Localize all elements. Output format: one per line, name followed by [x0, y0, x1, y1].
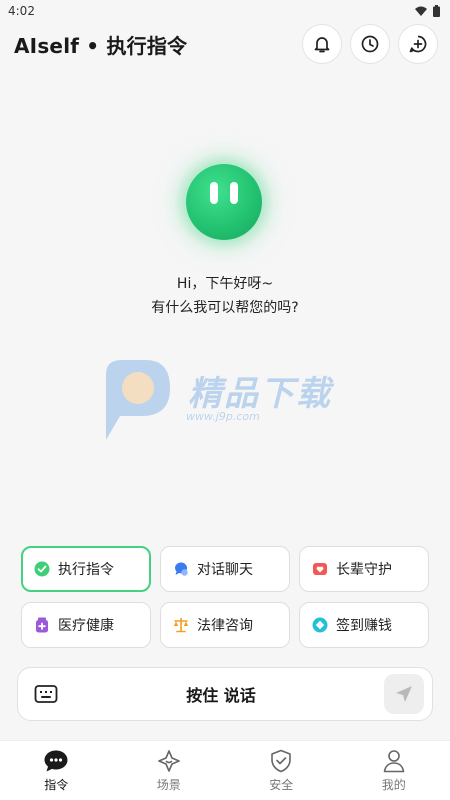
add-chat-icon — [409, 35, 427, 53]
person-icon — [383, 749, 405, 772]
chip-execute-command[interactable]: 执行指令 — [21, 546, 151, 592]
page-title: AIself • 执行指令 — [14, 33, 188, 58]
voice-input-bar: 按住 说话 — [17, 667, 433, 721]
heart-shield-icon — [312, 561, 328, 577]
greeting-text: Hi，下午好呀~ 有什么我可以帮您的吗? — [0, 272, 450, 320]
app-header: AIself • 执行指令 — [0, 22, 450, 66]
check-circle-icon — [34, 561, 50, 577]
watermark-url: www.j9p.com — [186, 410, 260, 423]
keyboard-toggle-button[interactable] — [34, 684, 58, 704]
bell-icon — [314, 37, 330, 53]
watermark: 精品下载 www.j9p.com — [98, 356, 358, 446]
battery-icon — [433, 5, 440, 17]
tab-scenes[interactable]: 场景 — [134, 749, 204, 793]
status-icons — [415, 5, 440, 17]
status-time: 4:02 — [8, 4, 35, 18]
watermark-text: 精品下载 — [188, 374, 332, 414]
chip-label: 法律咨询 — [197, 618, 253, 634]
shield-icon — [271, 749, 292, 772]
history-button[interactable] — [350, 24, 390, 64]
tab-label: 我的 — [381, 777, 406, 792]
wifi-icon — [415, 6, 427, 16]
tab-label: 安全 — [269, 777, 294, 792]
send-icon — [395, 686, 412, 702]
new-chat-button[interactable] — [398, 24, 438, 64]
chip-label: 对话聊天 — [197, 562, 253, 578]
hold-to-talk-button[interactable]: 按住 说话 — [186, 682, 256, 706]
quick-actions: 执行指令 对话聊天 长辈守护 医疗健康 法律咨询 签到赚钱 — [21, 546, 429, 648]
chip-legal-consult[interactable]: 法律咨询 — [160, 602, 290, 648]
coin-icon — [312, 617, 328, 633]
send-button[interactable] — [383, 674, 424, 714]
tab-security[interactable]: 安全 — [246, 749, 316, 793]
tab-label: 场景 — [156, 777, 181, 792]
chat-bubble-icon — [173, 561, 189, 577]
tab-profile[interactable]: 我的 — [359, 749, 429, 793]
avatar-left-eye — [210, 182, 218, 204]
greeting-line-2: 有什么我可以帮您的吗? — [151, 300, 299, 316]
chip-label: 执行指令 — [58, 562, 114, 578]
chip-label: 签到赚钱 — [336, 618, 392, 634]
medicine-icon — [34, 617, 50, 633]
assistant-avatar[interactable] — [186, 164, 262, 240]
tab-commands[interactable]: 指令 — [21, 749, 91, 793]
sparkle-icon — [157, 749, 180, 772]
chip-label: 医疗健康 — [58, 618, 114, 634]
header-actions — [302, 24, 438, 64]
chip-checkin-earn[interactable]: 签到赚钱 — [299, 602, 429, 648]
chip-chat[interactable]: 对话聊天 — [160, 546, 290, 592]
scales-icon — [173, 617, 189, 633]
bottom-tab-bar: 指令 场景 安全 我的 — [0, 740, 450, 800]
tab-label: 指令 — [44, 777, 69, 792]
chip-label: 长辈守护 — [336, 562, 392, 578]
keyboard-icon — [34, 685, 58, 703]
chat-icon — [44, 750, 68, 771]
watermark-logo-icon — [106, 360, 170, 440]
status-bar: 4:02 — [0, 0, 450, 22]
notification-button[interactable] — [302, 24, 342, 64]
chip-medical-health[interactable]: 医疗健康 — [21, 602, 151, 648]
avatar-right-eye — [230, 182, 238, 204]
clock-icon — [361, 35, 379, 53]
chip-elder-care[interactable]: 长辈守护 — [299, 546, 429, 592]
greeting-line-1: Hi，下午好呀~ — [176, 276, 274, 292]
